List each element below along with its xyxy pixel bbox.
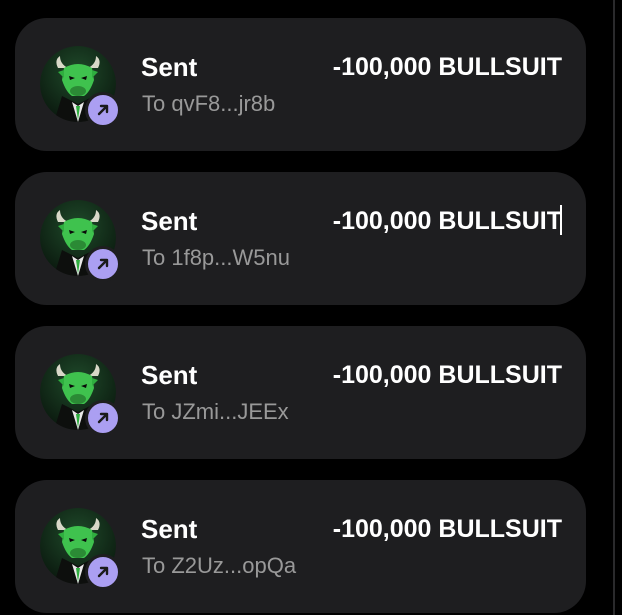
transaction-item[interactable]: Sent To qvF8...jr8b -100,000 BULLSUIT (15, 18, 586, 151)
text-cursor (560, 205, 562, 235)
transaction-type: Sent (141, 206, 198, 236)
arrow-up-right-icon (97, 412, 109, 424)
transaction-type: Sent (141, 360, 198, 390)
sent-badge (85, 554, 121, 590)
sent-badge (85, 92, 121, 128)
transaction-recipient: To JZmi...JEEx (142, 399, 289, 424)
transaction-item[interactable]: Sent To Z2Uz...opQa -100,000 BULLSUIT (15, 480, 586, 613)
transaction-avatar (40, 200, 121, 282)
transaction-list: Sent To qvF8...jr8b -100,000 BULLSUIT Se… (15, 18, 586, 613)
transaction-amount: -100,000 BULLSUIT (332, 515, 562, 543)
sent-badge (85, 400, 121, 436)
transaction-amount: -100,000 BULLSUIT (332, 53, 562, 81)
transaction-type: Sent (141, 514, 198, 544)
arrow-up-right-icon (97, 566, 109, 578)
arrow-up-right-icon (97, 258, 109, 270)
transaction-avatar (40, 354, 121, 436)
transaction-amount: -100,000 BULLSUIT (332, 361, 562, 389)
sent-badge (85, 246, 121, 282)
transaction-avatar (40, 508, 121, 590)
scrollbar[interactable] (613, 0, 615, 615)
transaction-type: Sent (141, 52, 198, 82)
transaction-item[interactable]: Sent To JZmi...JEEx -100,000 BULLSUIT (15, 326, 586, 459)
transaction-recipient: To qvF8...jr8b (142, 91, 276, 116)
activity-page: Sent To qvF8...jr8b -100,000 BULLSUIT Se… (0, 0, 622, 615)
transaction-recipient: To 1f8p...W5nu (142, 245, 290, 270)
arrow-up-right-icon (97, 104, 109, 116)
transaction-amount: -100,000 BULLSUIT (332, 207, 562, 235)
transaction-recipient: To Z2Uz...opQa (142, 553, 297, 578)
transaction-item[interactable]: Sent To 1f8p...W5nu -100,000 BULLSUIT (15, 172, 586, 305)
transaction-avatar (40, 46, 121, 128)
